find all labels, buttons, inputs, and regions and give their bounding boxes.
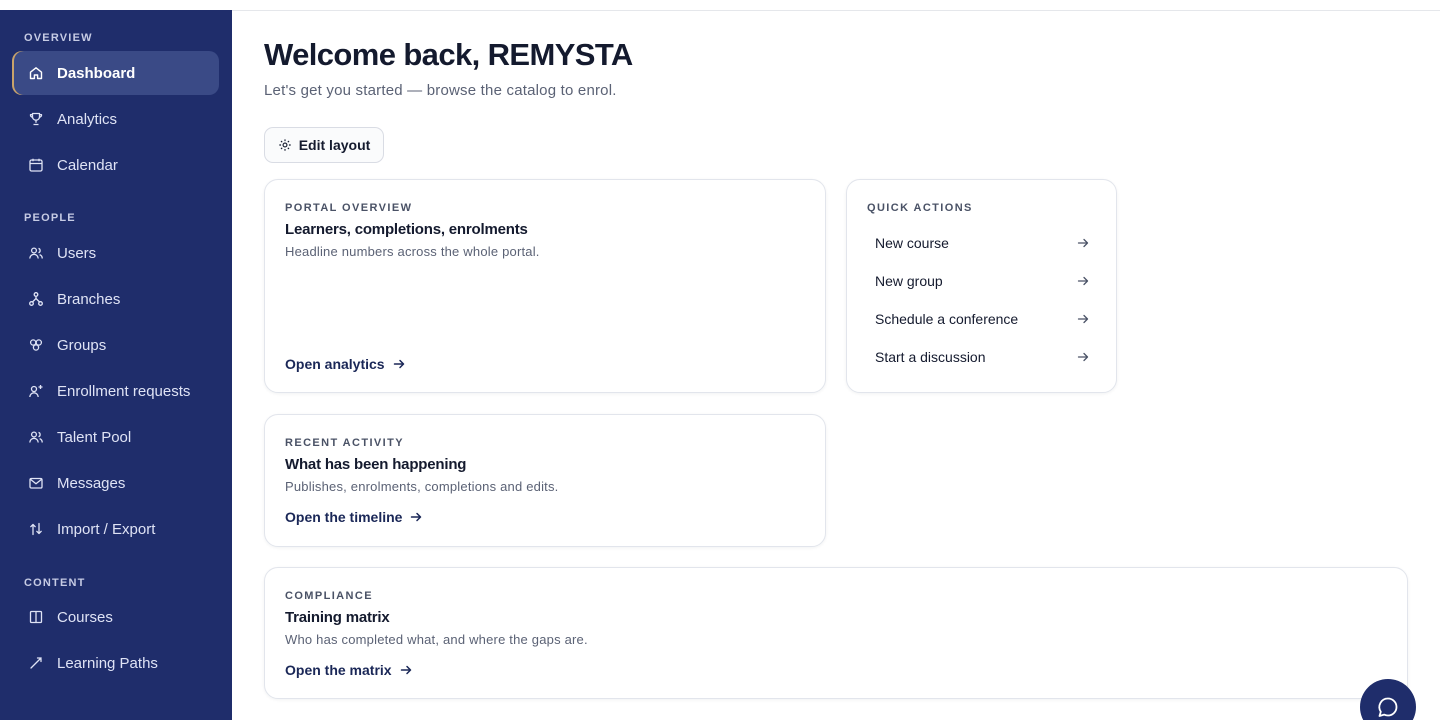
mail-icon [29, 477, 43, 489]
card-description: Publishes, enrolments, completions and e… [285, 479, 559, 494]
card-description: Headline numbers across the whole portal… [285, 244, 540, 259]
quick-actions-card: QUICK ACTIONS New course New group Sched… [846, 179, 1117, 393]
quick-action-label: New course [875, 235, 949, 251]
card-eyebrow: QUICK ACTIONS [867, 202, 973, 214]
main-content: Welcome back, REMYSTA Let's get you star… [232, 11, 1440, 720]
sidebar-item-label: Import / Export [57, 520, 156, 538]
sidebar-item-label: Branches [57, 290, 121, 308]
sidebar-item-calendar[interactable]: Calendar [12, 143, 219, 187]
sidebar-item-label: Analytics [57, 110, 118, 128]
sidebar-item-import-export[interactable]: Import / Export [12, 507, 219, 551]
arrow-right-icon [411, 512, 422, 522]
section-label-overview: OVERVIEW [24, 32, 93, 44]
book-icon [29, 610, 43, 624]
path-icon [30, 657, 42, 669]
import-export-icon [30, 522, 42, 536]
gear-icon [279, 139, 291, 151]
sidebar-item-groups[interactable]: Groups [12, 323, 219, 367]
section-label-content: CONTENT [24, 577, 86, 589]
quick-action-label: Start a discussion [875, 349, 986, 365]
quick-action-label: New group [875, 273, 943, 289]
card-eyebrow: RECENT ACTIVITY [285, 437, 404, 449]
card-title: Learners, completions, enrolments [285, 221, 528, 238]
edit-layout-button[interactable]: Edit layout [264, 127, 384, 163]
card-eyebrow: PORTAL OVERVIEW [285, 202, 413, 214]
trophy-icon [29, 112, 43, 126]
open-timeline-link[interactable]: Open the timeline [285, 509, 422, 525]
talent-pool-icon [29, 431, 43, 443]
open-matrix-link[interactable]: Open the matrix [285, 662, 412, 678]
users-icon [29, 247, 43, 259]
card-title: Training matrix [285, 609, 390, 626]
home-icon [29, 67, 43, 80]
arrow-right-icon [400, 665, 411, 675]
sidebar-item-enrollment-requests[interactable]: Enrollment requests [12, 369, 219, 413]
calendar-icon [29, 158, 43, 172]
sidebar-item-label: Enrollment requests [57, 382, 191, 400]
quick-action-label: Schedule a conference [875, 311, 1019, 327]
section-label-people: PEOPLE [24, 212, 76, 224]
portal-overview-card: PORTAL OVERVIEW Learners, completions, e… [264, 179, 826, 393]
chat-bubble-icon [1378, 697, 1398, 717]
arrow-right-icon [393, 359, 404, 369]
quick-action-new-course[interactable]: New course [867, 227, 1097, 259]
card-eyebrow: COMPLIANCE [285, 590, 373, 602]
sidebar-item-label: Calendar [57, 156, 118, 174]
sidebar-item-messages[interactable]: Messages [12, 461, 219, 505]
edit-layout-label: Edit layout [298, 137, 371, 153]
page-subtitle: Let's get you started — browse the catal… [264, 82, 617, 99]
sidebar-item-label: Users [57, 244, 97, 262]
sidebar-item-users[interactable]: Users [12, 231, 219, 275]
recent-activity-card: RECENT ACTIVITY What has been happening … [264, 414, 826, 547]
arrow-right-icon [1077, 276, 1089, 286]
sidebar: OVERVIEW Dashboard Analytics Calendar PE… [0, 10, 232, 720]
compliance-card: COMPLIANCE Training matrix Who has compl… [264, 567, 1408, 699]
sidebar-item-courses[interactable]: Courses [12, 595, 219, 639]
sidebar-item-label: Talent Pool [57, 428, 132, 446]
sidebar-item-branches[interactable]: Branches [12, 277, 219, 321]
page-title: Welcome back, REMYSTA [264, 37, 633, 72]
arrow-right-icon [1077, 352, 1089, 362]
card-title: What has been happening [285, 456, 467, 473]
quick-action-new-group[interactable]: New group [867, 265, 1097, 297]
user-plus-icon [29, 385, 43, 398]
arrow-right-icon [1077, 238, 1089, 248]
link-label: Open analytics [285, 356, 385, 372]
sidebar-item-dashboard[interactable]: Dashboard [12, 51, 219, 95]
sidebar-item-learning-paths[interactable]: Learning Paths [12, 641, 219, 685]
open-analytics-link[interactable]: Open analytics [285, 356, 405, 372]
sidebar-item-label: Dashboard [57, 64, 136, 82]
sidebar-item-label: Messages [57, 474, 126, 492]
arrow-right-icon [1077, 314, 1089, 324]
card-description: Who has completed what, and where the ga… [285, 632, 588, 647]
branches-icon [29, 292, 43, 306]
quick-action-schedule-conference[interactable]: Schedule a conference [867, 303, 1097, 335]
sidebar-item-label: Groups [57, 336, 107, 354]
sidebar-item-analytics[interactable]: Analytics [12, 97, 219, 141]
quick-action-start-discussion[interactable]: Start a discussion [867, 341, 1097, 373]
sidebar-item-label: Courses [57, 608, 113, 626]
link-label: Open the timeline [285, 509, 403, 525]
groups-icon [29, 339, 43, 351]
sidebar-item-label: Learning Paths [57, 654, 158, 672]
sidebar-item-talent-pool[interactable]: Talent Pool [12, 415, 219, 459]
link-label: Open the matrix [285, 662, 392, 678]
